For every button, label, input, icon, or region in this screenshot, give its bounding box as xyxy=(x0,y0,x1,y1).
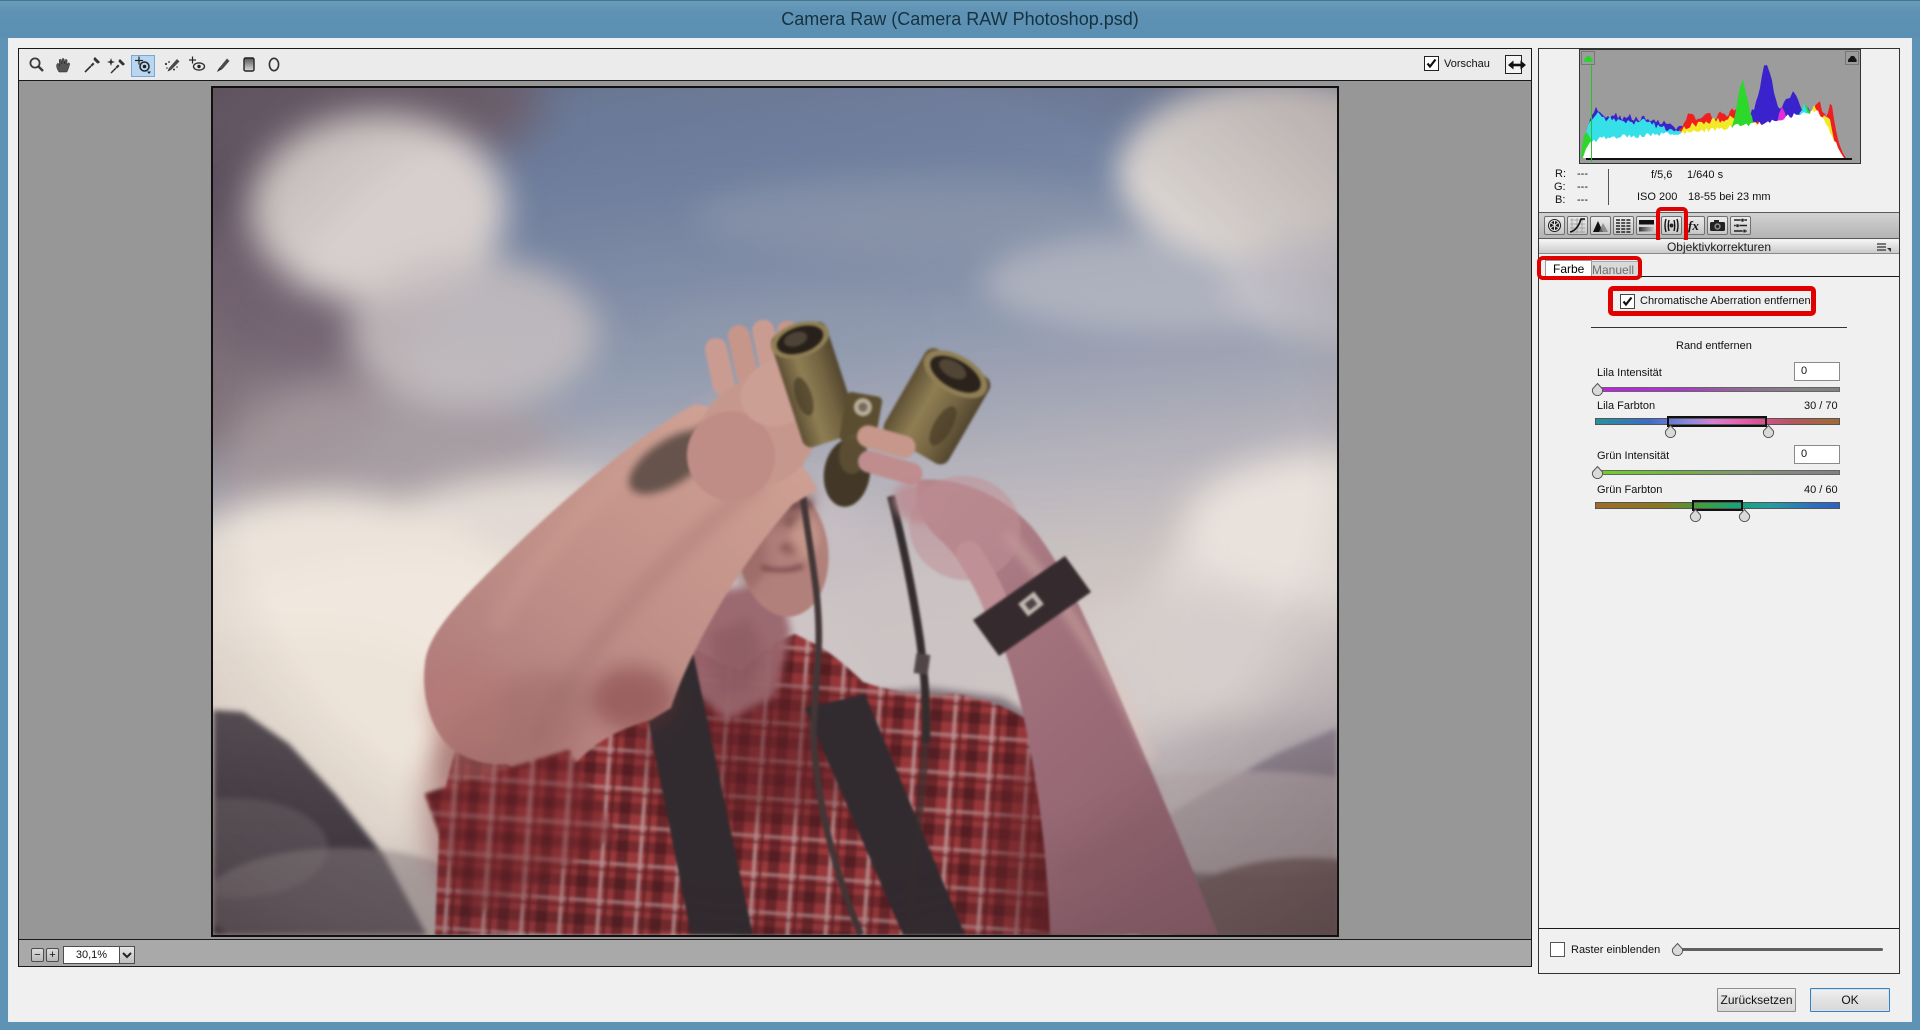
svg-text:fx: fx xyxy=(1688,218,1699,233)
